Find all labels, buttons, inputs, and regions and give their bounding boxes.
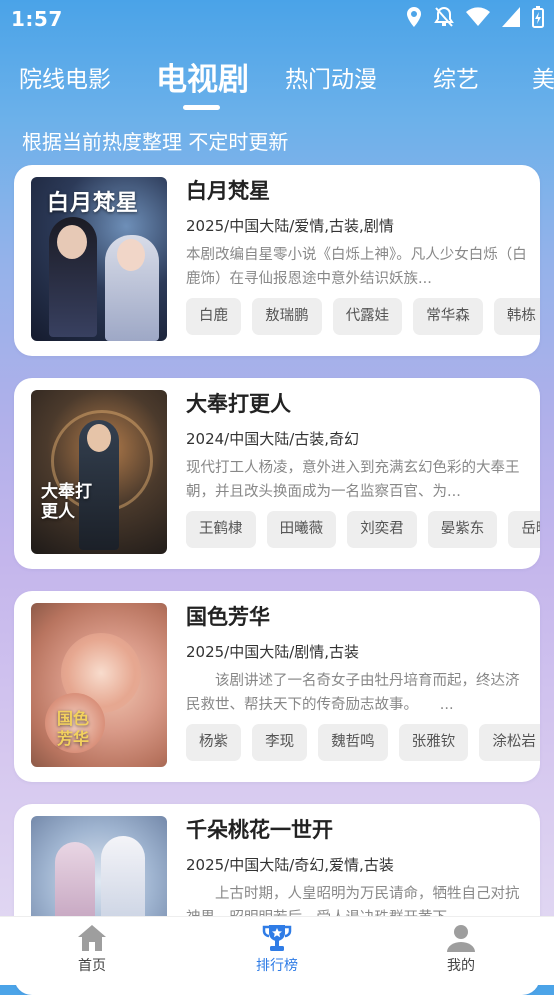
show-description: 本剧改编自星零小说《白烁上神》。凡人少女白烁（白鹿饰）在寻仙报恩途中意外结识妖族… (186, 247, 527, 287)
battery-icon (532, 6, 544, 28)
cast-chip[interactable]: 敖瑞鹏 (252, 298, 322, 335)
cast-chip[interactable]: 常华森 (413, 298, 483, 335)
home-icon (78, 925, 106, 951)
poster-title-text: 大奉打更人 (41, 482, 92, 522)
trophy-icon (262, 925, 292, 951)
cast-chip[interactable]: 杨紫 (186, 724, 241, 761)
cast-list: 杨紫 李现 魏哲鸣 张雅钦 涂松岩 ... (186, 724, 540, 762)
cast-chip[interactable]: 白鹿 (186, 298, 241, 335)
nav-profile-label: 我的 (447, 958, 475, 974)
cast-chip[interactable]: 田曦薇 (266, 511, 337, 548)
cast-chip[interactable]: 代露娃 (332, 298, 403, 335)
active-tab-indicator (183, 105, 220, 110)
nav-ranking[interactable]: 排行榜 (227, 923, 327, 975)
show-meta: 2024/中国大陆/古装,奇幻 (186, 430, 360, 448)
show-title[interactable]: 千朵桃花一世开 (186, 814, 333, 844)
cast-chip[interactable]: 晏紫东 (427, 511, 498, 548)
show-meta: 2025/中国大陆/爱情,古装,剧情 (186, 217, 394, 235)
cast-list: 白鹿 敖瑞鹏 代露娃 常华森 韩栋 ... (186, 298, 540, 336)
cast-chip[interactable]: 韩栋 (493, 298, 540, 335)
cast-chip[interactable]: 涂松岩 (479, 724, 540, 761)
show-description: 该剧讲述了一名奇女子由牡丹培育而起，终达济民救世、帮扶天下的传奇励志故事。 ..… (186, 673, 520, 713)
cast-chip[interactable]: 刘奕君 (347, 511, 417, 548)
nav-ranking-label: 排行榜 (256, 958, 298, 974)
tab-us-series[interactable]: 美 (532, 60, 554, 94)
show-poster[interactable]: 国色芳华 (31, 603, 167, 767)
show-description: 现代打工人杨凌，意外进入到充满玄幻色彩的大奉王朝，并且改头换面成为一名监察百官、… (186, 460, 520, 500)
cast-chip[interactable]: 王鹤棣 (186, 511, 256, 548)
cast-chip[interactable]: 魏哲鸣 (318, 724, 388, 761)
cast-chip[interactable]: 李现 (252, 724, 308, 761)
show-title[interactable]: 国色芳华 (186, 601, 270, 631)
status-bar: 1:57 (0, 0, 554, 38)
status-icons (406, 6, 544, 28)
tab-tv-series[interactable]: 电视剧 (156, 54, 249, 99)
show-title[interactable]: 大奉打更人 (186, 388, 291, 418)
nav-profile[interactable]: 我的 (411, 923, 511, 975)
category-tabs: 院线电影 电视剧 热门动漫 综艺 美 (0, 52, 554, 112)
cast-list: 王鹤棣 田曦薇 刘奕君 晏紫东 岳旸 (186, 511, 540, 549)
bottom-nav: 首页 排行榜 我的 (0, 916, 554, 985)
notifications-off-icon (434, 6, 454, 27)
show-meta: 2025/中国大陆/奇幻,爱情,古装 (186, 856, 394, 874)
poster-title-text: 白月梵星 (47, 190, 140, 216)
tab-variety[interactable]: 综艺 (433, 60, 479, 94)
show-poster[interactable]: 大奉打更人 (31, 390, 167, 554)
signal-icon (502, 7, 520, 27)
nav-home[interactable]: 首页 (42, 923, 142, 975)
tab-hot-anime[interactable]: 热门动漫 (285, 60, 377, 94)
list-subtitle: 根据当前热度整理 不定时更新 (22, 130, 289, 154)
tab-theater-movies[interactable]: 院线电影 (19, 60, 111, 94)
nav-home-label: 首页 (78, 958, 106, 974)
user-icon (447, 925, 475, 952)
poster-title-text: 国色芳华 (57, 709, 90, 748)
show-card[interactable]: 大奉打更人 大奉打更人 2024/中国大陆/古装,奇幻 现代打工人杨凌，意外进入… (14, 378, 540, 569)
status-time: 1:57 (11, 7, 63, 31)
show-title[interactable]: 白月梵星 (186, 175, 270, 205)
show-poster[interactable]: 白月梵星 (31, 177, 167, 341)
show-meta: 2025/中国大陆/剧情,古装 (186, 643, 360, 661)
cast-chip[interactable]: 张雅钦 (398, 724, 469, 761)
show-card[interactable]: 白月梵星 白月梵星 2025/中国大陆/爱情,古装,剧情 本剧改编自星零小说《白… (14, 165, 540, 356)
cast-chip[interactable]: 岳旸 (508, 511, 540, 548)
wifi-icon (466, 7, 490, 27)
location-icon (407, 7, 421, 27)
show-card[interactable]: 国色芳华 国色芳华 2025/中国大陆/剧情,古装 该剧讲述了一名奇女子由牡丹培… (14, 591, 540, 782)
